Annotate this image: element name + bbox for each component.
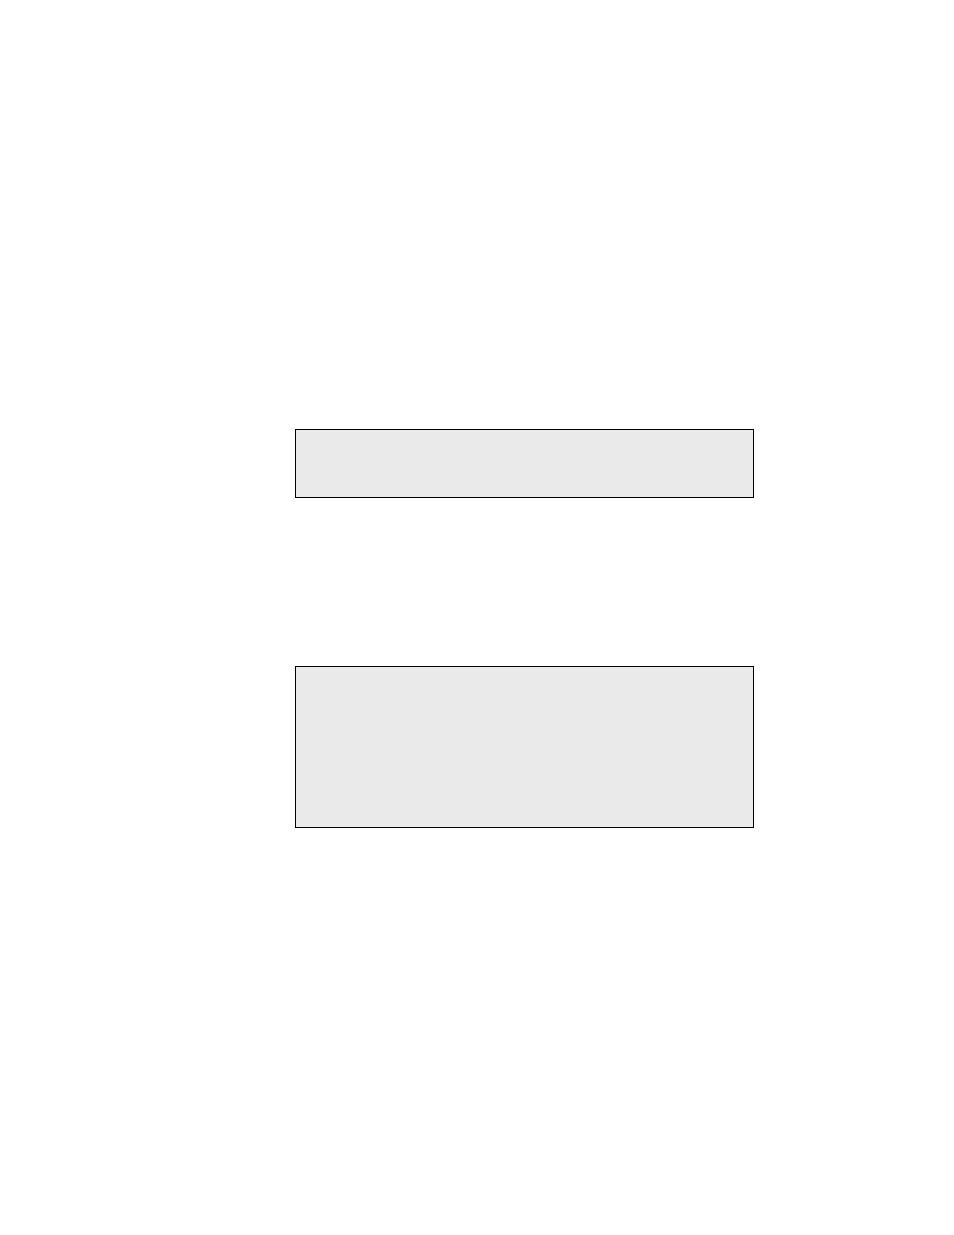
- rectangle-small: [295, 429, 754, 498]
- rectangle-large: [295, 666, 754, 828]
